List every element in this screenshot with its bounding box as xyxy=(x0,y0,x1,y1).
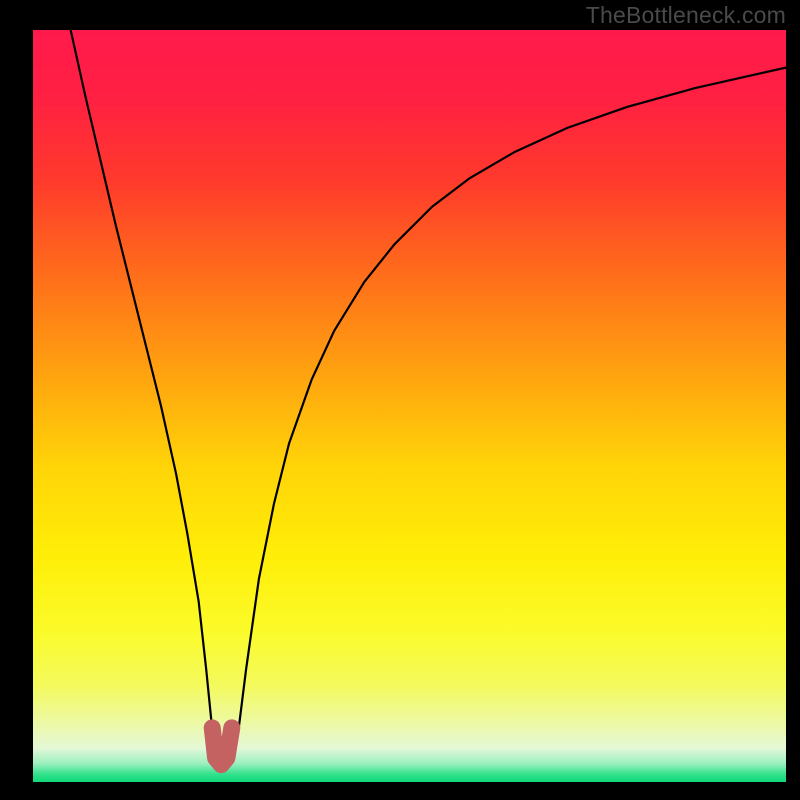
chart-frame: TheBottleneck.com xyxy=(0,0,800,800)
plot-area xyxy=(33,30,786,782)
bottleneck-curve xyxy=(71,30,786,765)
watermark-text: TheBottleneck.com xyxy=(586,2,786,29)
chart-svg xyxy=(33,30,786,782)
min-marker xyxy=(212,728,232,765)
